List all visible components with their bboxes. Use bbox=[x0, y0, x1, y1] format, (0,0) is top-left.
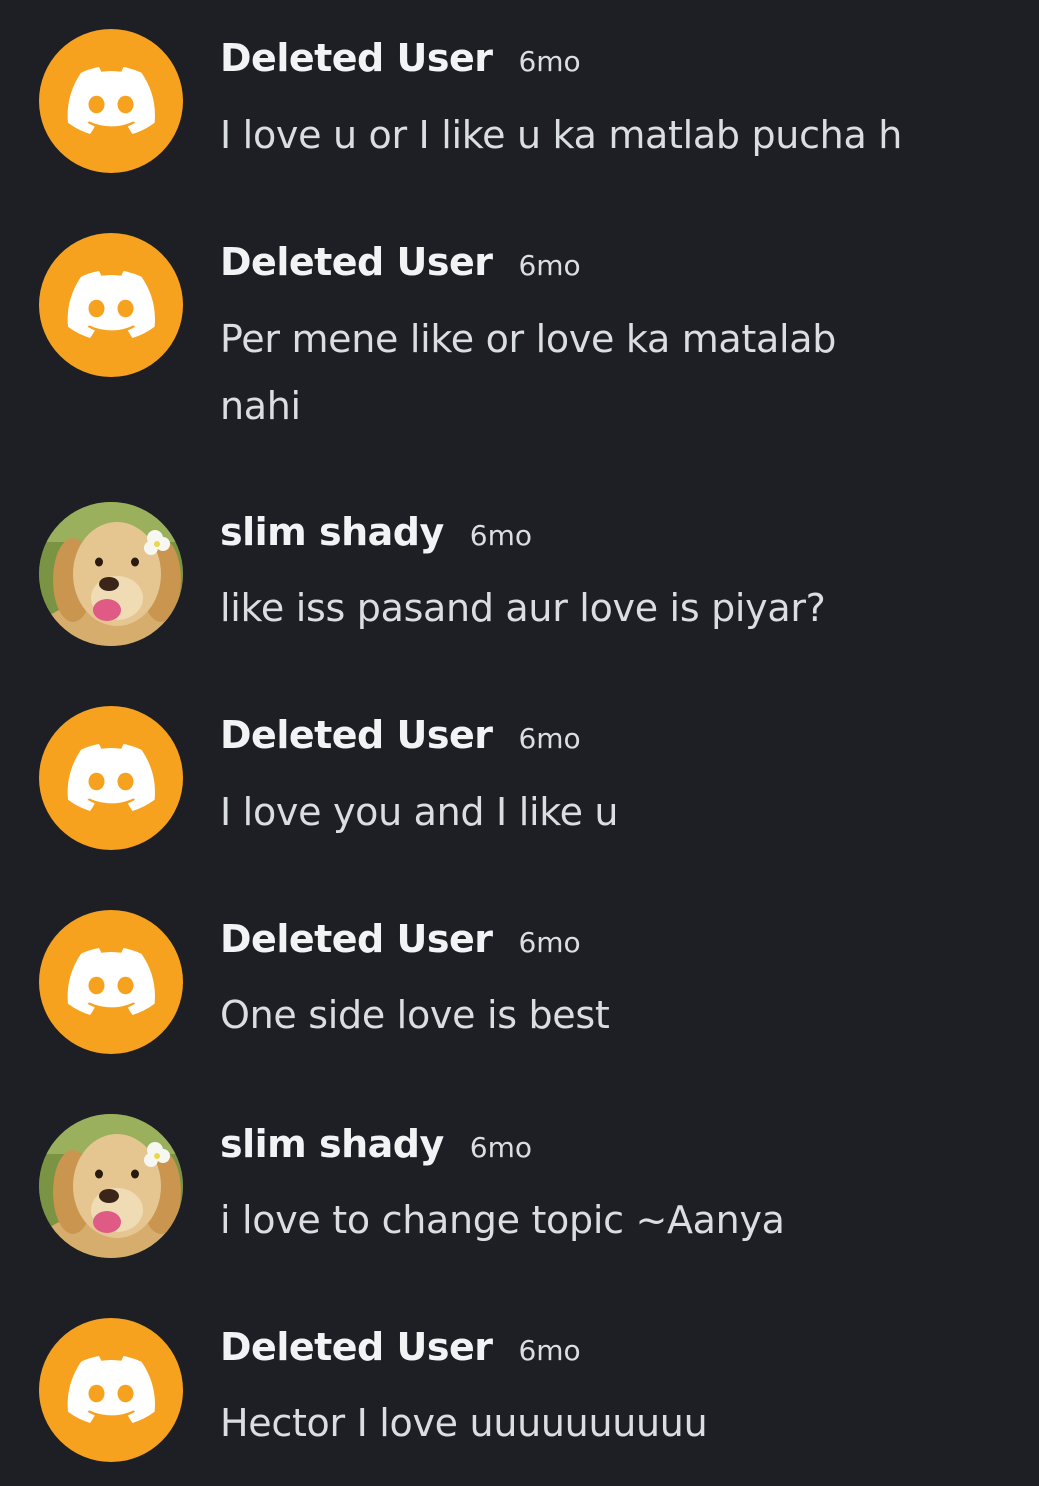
avatar[interactable] bbox=[39, 910, 183, 1054]
timestamp: 6mo bbox=[518, 249, 581, 282]
dog-avatar bbox=[39, 1114, 183, 1258]
discord-logo-icon bbox=[67, 744, 155, 811]
message-text: I love you and I like u bbox=[220, 790, 619, 834]
discord-logo-icon bbox=[67, 948, 155, 1015]
username[interactable]: Deleted User bbox=[220, 917, 493, 961]
message-text: Per mene like or love ka matalab nahi bbox=[220, 317, 837, 428]
username[interactable]: Deleted User bbox=[220, 1325, 493, 1369]
message-text: Hector I love uuuuuuuuuu bbox=[220, 1401, 708, 1445]
discord-logo-icon bbox=[67, 1356, 155, 1423]
dog-avatar bbox=[39, 502, 183, 646]
timestamp: 6mo bbox=[518, 1334, 581, 1367]
username[interactable]: Deleted User bbox=[220, 240, 493, 284]
avatar[interactable] bbox=[39, 233, 183, 377]
avatar[interactable] bbox=[39, 29, 183, 173]
username[interactable]: slim shady bbox=[220, 510, 444, 554]
discord-logo-icon bbox=[67, 271, 155, 338]
avatar[interactable] bbox=[39, 1114, 183, 1258]
avatar[interactable] bbox=[39, 1318, 183, 1462]
discord-logo-icon bbox=[67, 67, 155, 134]
username[interactable]: Deleted User bbox=[220, 713, 493, 757]
avatar[interactable] bbox=[39, 706, 183, 850]
message-text: i love to change topic ~Aanya bbox=[220, 1198, 785, 1242]
username[interactable]: Deleted User bbox=[220, 36, 493, 80]
username[interactable]: slim shady bbox=[220, 1122, 444, 1166]
message-text: One side love is best bbox=[220, 993, 610, 1037]
message-text: like iss pasand aur love is piyar? bbox=[220, 586, 826, 630]
timestamp: 6mo bbox=[518, 926, 581, 959]
timestamp: 6mo bbox=[518, 722, 581, 755]
timestamp: 6mo bbox=[518, 45, 581, 78]
timestamp: 6mo bbox=[469, 519, 533, 552]
message-text: I love u or I like u ka matlab pucha h bbox=[220, 113, 903, 157]
timestamp: 6mo bbox=[469, 1131, 533, 1164]
avatar[interactable] bbox=[39, 502, 183, 646]
